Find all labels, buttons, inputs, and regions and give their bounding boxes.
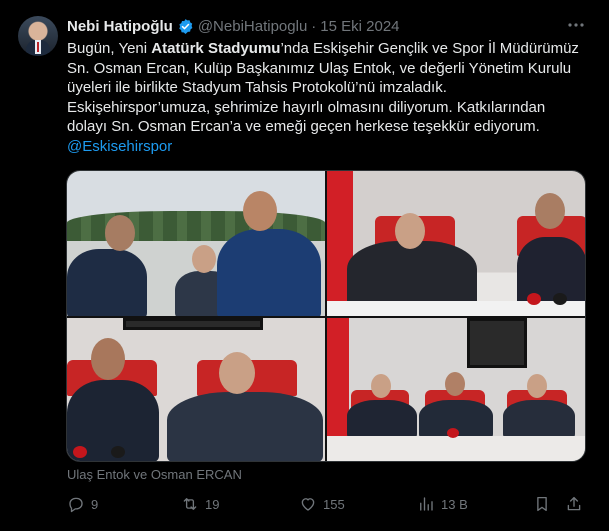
tweet-text: Bugün, Yeni Atatürk Stadyumu’nda Eskişeh… (67, 39, 587, 137)
like-button[interactable]: 155 (299, 494, 345, 514)
photo-head (371, 374, 391, 398)
photo-person (67, 249, 147, 316)
photo-person (347, 400, 417, 440)
photo-person (503, 400, 575, 440)
bookmark-icon (537, 496, 547, 512)
like-count: 155 (323, 496, 345, 512)
photo-head (445, 372, 465, 396)
view-count: 13 B (441, 496, 468, 512)
photo-head (91, 338, 125, 380)
photo-group[interactable] (327, 318, 585, 461)
verified-badge-icon[interactable] (177, 18, 194, 35)
reply-button[interactable]: 9 (67, 494, 98, 514)
photo-head (527, 374, 547, 398)
photo-signing-2[interactable] (67, 318, 325, 461)
photo-table (327, 301, 585, 316)
photo-head (243, 191, 277, 231)
photo-mic (447, 428, 459, 438)
media-grid (66, 170, 586, 462)
tweet: Nebi Hatipoğlu @NebiHatipoglu · 15 Eki 2… (0, 0, 609, 531)
media-caption: Ulaş Entok ve Osman ERCAN (67, 467, 242, 482)
photo-mic (553, 293, 567, 305)
photo-head (192, 245, 216, 273)
tweet-date[interactable]: 15 Eki 2024 (320, 18, 399, 35)
avatar-tie (37, 42, 39, 52)
views-button[interactable]: 13 B (417, 494, 468, 514)
heart-icon (301, 498, 315, 511)
photo-table (327, 436, 585, 461)
author-name[interactable]: Nebi Hatipoğlu (67, 18, 173, 35)
reply-count: 9 (91, 496, 99, 512)
reply-icon (69, 497, 83, 513)
photo-head (535, 193, 565, 229)
photo-head (219, 352, 255, 394)
views-icon (420, 497, 433, 511)
tweet-text-part-1: Bugün, Yeni (67, 40, 152, 57)
photo-portrait-frame (467, 318, 527, 368)
avatar[interactable] (18, 16, 58, 56)
action-bar: 9 19 155 13 B (67, 494, 587, 514)
author-handle[interactable]: @NebiHatipoglu (198, 18, 307, 35)
header-separator: · (311, 17, 317, 35)
share-icon (567, 496, 581, 511)
repost-button[interactable]: 19 (181, 494, 219, 514)
photo-flag (327, 318, 349, 448)
photo-person (217, 229, 321, 316)
repost-count: 19 (205, 496, 220, 512)
photo-frame (123, 318, 263, 330)
photo-signing-1[interactable] (327, 171, 585, 316)
bookmark-button[interactable] (533, 494, 551, 514)
photo-mic (527, 293, 541, 305)
tweet-header: Nebi Hatipoğlu @NebiHatipoglu · 15 Eki 2… (67, 16, 400, 36)
repost-icon (183, 498, 197, 510)
tweet-text-bold: Atatürk Stadyumu (151, 40, 281, 57)
photo-handshake[interactable] (67, 171, 325, 316)
more-icon[interactable] (567, 16, 585, 34)
share-button[interactable] (565, 494, 583, 514)
photo-mic (73, 446, 87, 458)
photo-head (105, 215, 135, 251)
photo-person (167, 392, 323, 461)
photo-head (395, 213, 425, 249)
photo-mic (111, 446, 125, 458)
mention-link[interactable]: @Eskisehirspor (67, 138, 172, 155)
